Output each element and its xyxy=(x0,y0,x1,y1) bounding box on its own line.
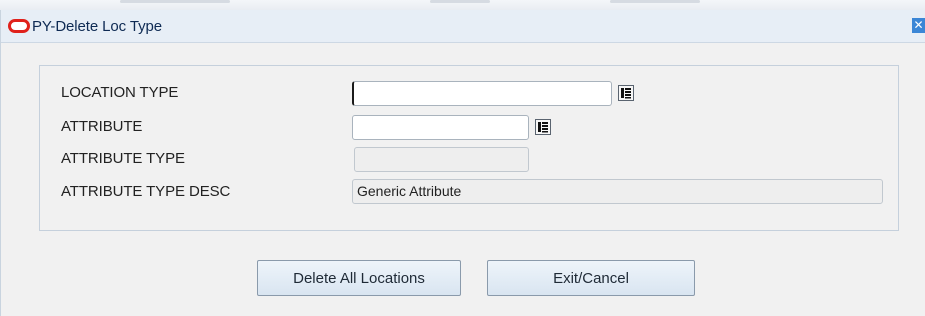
location-type-label: LOCATION TYPE xyxy=(61,84,179,101)
exit-cancel-button[interactable]: Exit/Cancel xyxy=(487,260,695,296)
attribute-type-field xyxy=(354,147,529,172)
attribute-type-label: ATTRIBUTE TYPE xyxy=(61,150,185,167)
form-panel: LOCATION TYPE ATTRIBUTE ATTRIBUTE TYPE A… xyxy=(39,65,899,231)
close-icon[interactable]: ✕ xyxy=(912,18,925,33)
attribute-lov-icon[interactable] xyxy=(534,118,552,136)
location-type-lov-icon[interactable] xyxy=(617,84,635,102)
background-artifact xyxy=(430,0,490,3)
oracle-logo-icon xyxy=(8,19,30,33)
location-type-input[interactable] xyxy=(352,81,612,106)
background-strip xyxy=(0,0,925,10)
attribute-label: ATTRIBUTE xyxy=(61,118,143,135)
background-artifact xyxy=(120,0,230,3)
attribute-type-desc-label: ATTRIBUTE TYPE DESC xyxy=(61,183,231,200)
delete-all-locations-button[interactable]: Delete All Locations xyxy=(257,260,461,296)
background-artifact xyxy=(610,0,700,3)
dialog-window: PY-Delete Loc Type ✕ LOCATION TYPE ATTRI… xyxy=(0,10,925,316)
attribute-type-desc-field: Generic Attribute xyxy=(352,179,883,204)
window-title: PY-Delete Loc Type xyxy=(32,18,162,35)
attribute-input[interactable] xyxy=(352,115,529,140)
title-bar[interactable]: PY-Delete Loc Type ✕ xyxy=(1,10,925,43)
